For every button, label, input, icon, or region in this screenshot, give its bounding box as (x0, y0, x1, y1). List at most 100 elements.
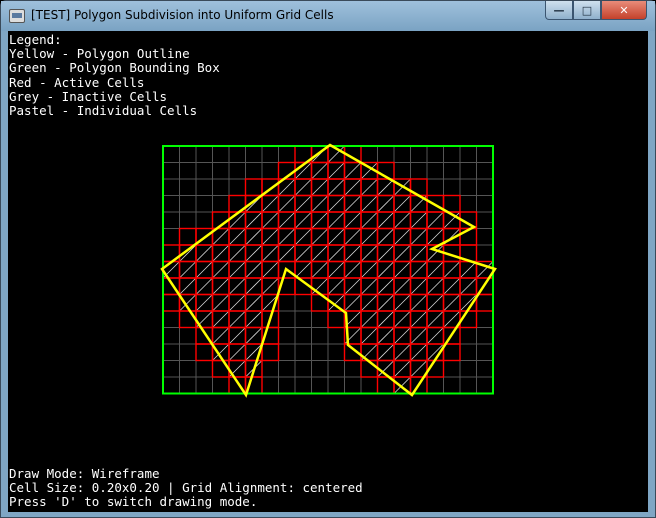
individual-cell-diagonal (393, 310, 411, 328)
individual-cell-diagonal (360, 195, 378, 213)
individual-cell-diagonal (459, 261, 477, 279)
individual-cell-diagonal (377, 343, 395, 361)
individual-cell-diagonal (360, 178, 378, 196)
individual-cell-diagonal (410, 244, 428, 262)
individual-cell-diagonal (228, 327, 246, 345)
individual-cell-diagonal (393, 327, 411, 345)
active-cell (211, 359, 230, 378)
individual-cell-diagonal (311, 277, 329, 295)
individual-cell-diagonal (377, 327, 395, 345)
individual-cell-diagonal (393, 195, 411, 213)
maximize-button[interactable]: □ (573, 1, 601, 20)
render-canvas[interactable]: Legend: Yellow - Polygon Outline Green -… (8, 31, 648, 512)
individual-cell-diagonal (426, 327, 444, 345)
active-cell (475, 293, 494, 312)
individual-cell-diagonal (195, 294, 213, 312)
individual-cell-diagonal (377, 195, 395, 213)
app-window-icon[interactable] (9, 9, 25, 23)
individual-cell-diagonal (327, 178, 345, 196)
active-cell (442, 194, 461, 213)
active-cell (195, 343, 214, 362)
individual-cell-diagonal (278, 244, 296, 262)
individual-cell-diagonal (212, 261, 230, 279)
legend-line-pastel: Pastel - Individual Cells (9, 103, 198, 118)
individual-cell-diagonal (245, 327, 263, 345)
active-cell (261, 343, 280, 362)
draw-mode-status: Draw Mode: Wireframe (9, 466, 160, 481)
individual-cell-diagonal (360, 244, 378, 262)
individual-cell-diagonal (344, 178, 362, 196)
individual-cell-diagonal (195, 244, 213, 262)
individual-cell-diagonal (344, 211, 362, 229)
individual-cell-diagonal (245, 244, 263, 262)
individual-cell-diagonal (228, 343, 246, 361)
individual-cell-diagonal (294, 195, 312, 213)
close-icon: ✕ (619, 3, 629, 17)
individual-cell-diagonal (426, 277, 444, 295)
individual-cell-diagonal (393, 244, 411, 262)
individual-cell-diagonal (228, 310, 246, 328)
individual-cell-diagonal (377, 294, 395, 312)
close-button[interactable]: ✕ (601, 1, 647, 20)
active-cell (178, 310, 197, 329)
individual-cell-diagonal (327, 228, 345, 246)
individual-cell-diagonal (311, 244, 329, 262)
individual-cell-diagonal (294, 211, 312, 229)
individual-cell-diagonal (426, 310, 444, 328)
maximize-icon: □ (581, 3, 593, 17)
individual-cell-diagonal (311, 211, 329, 229)
individual-cell-diagonal (360, 261, 378, 279)
individual-cell-diagonal (228, 261, 246, 279)
individual-cell-diagonal (377, 178, 395, 196)
individual-cell-diagonal (327, 244, 345, 262)
individual-cell-diagonal (294, 178, 312, 196)
individual-cell-diagonal (228, 244, 246, 262)
individual-cell-diagonal (245, 277, 263, 295)
individual-cell-diagonal (393, 294, 411, 312)
individual-cell-diagonal (410, 277, 428, 295)
individual-cell-diagonal (195, 277, 213, 295)
individual-cell-diagonal (294, 261, 312, 279)
individual-cell-diagonal (377, 310, 395, 328)
individual-cell-diagonal (360, 211, 378, 229)
key-hint: Press 'D' to switch drawing mode. (9, 494, 258, 509)
individual-cell-diagonal (426, 294, 444, 312)
individual-cell-diagonal (195, 261, 213, 279)
individual-cell-diagonal (294, 228, 312, 246)
individual-cell-diagonal (344, 244, 362, 262)
individual-cell-diagonal (327, 261, 345, 279)
individual-cell-diagonal (179, 277, 197, 295)
individual-cell-diagonal (377, 277, 395, 295)
individual-cell-diagonal (344, 195, 362, 213)
individual-cell-diagonal (261, 195, 279, 213)
individual-cell-diagonal (393, 277, 411, 295)
individual-cell-diagonal (344, 261, 362, 279)
individual-cell-diagonal (212, 310, 230, 328)
individual-cell-diagonal (228, 277, 246, 295)
individual-cell-diagonal (327, 162, 345, 180)
minimize-button[interactable]: — (545, 1, 573, 20)
individual-cell-diagonal (245, 211, 263, 229)
legend-line-red: Red - Active Cells (9, 75, 145, 90)
individual-cell-diagonal (311, 162, 329, 180)
title-bar[interactable]: [TEST] Polygon Subdivision into Uniform … (1, 1, 655, 31)
individual-cell-diagonal (344, 277, 362, 295)
individual-cell-diagonal (410, 261, 428, 279)
individual-cell-diagonal (261, 244, 279, 262)
active-cell (244, 178, 263, 197)
individual-cell-diagonal (311, 228, 329, 246)
individual-cell-diagonal (245, 261, 263, 279)
individual-cell-diagonal (261, 228, 279, 246)
individual-cell-diagonal (426, 261, 444, 279)
individual-cell-diagonal (393, 211, 411, 229)
individual-cell-diagonal (393, 228, 411, 246)
individual-cell-diagonal (344, 294, 362, 312)
individual-cell-diagonal (261, 277, 279, 295)
individual-cell-diagonal (410, 310, 428, 328)
individual-cell-diagonal (212, 327, 230, 345)
individual-cell-diagonal (261, 211, 279, 229)
legend-line-green: Green - Polygon Bounding Box (9, 60, 220, 75)
individual-cell-diagonal (212, 244, 230, 262)
individual-cell-diagonal (360, 327, 378, 345)
cell-size-status: Cell Size: 0.20x0.20 | Grid Alignment: c… (9, 480, 363, 495)
